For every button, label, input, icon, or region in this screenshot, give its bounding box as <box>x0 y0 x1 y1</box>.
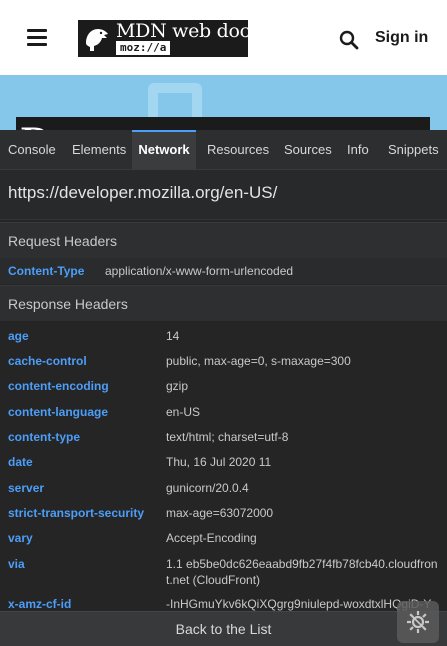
request-header-row: Content-Type application/x-www-form-urle… <box>0 258 447 284</box>
header-value: gzip <box>166 379 189 393</box>
sign-in-link[interactable]: Sign in <box>375 29 428 47</box>
header-value: 1.1 eb5be0dc626eaabd9fb27f4fb78fcb40.clo… <box>166 557 438 587</box>
request-url-row: https://developer.mozilla.org/en-US/ <box>0 170 447 220</box>
menu-icon[interactable] <box>27 29 47 46</box>
header-value: gunicorn/20.0.4 <box>166 481 249 495</box>
header-value: en-US <box>166 405 201 419</box>
header-name: server <box>8 481 45 495</box>
header-name: Content-Type <box>8 264 85 278</box>
header-name: x-amz-cf-id <box>8 597 72 611</box>
header-name: content-language <box>8 405 109 419</box>
header-name: date <box>8 455 33 469</box>
response-headers-title: Response Headers <box>8 296 128 312</box>
header-value: Thu, 16 Jul 2020 11 <box>166 455 272 469</box>
tab-network[interactable]: Network <box>132 130 196 170</box>
back-to-list-button[interactable]: Back to the List <box>0 612 447 646</box>
header-name: age <box>8 329 29 343</box>
header-value: public, max-age=0, s-maxage=300 <box>166 354 351 368</box>
header-value: max-age=63072000 <box>166 506 274 520</box>
header-value: application/x-www-form-urlencoded <box>105 264 294 278</box>
tab-console[interactable]: Console <box>8 130 56 170</box>
request-url[interactable]: https://developer.mozilla.org/en-US/ <box>8 183 277 203</box>
response-headers-list: age 14 cache-control public, max-age=0, … <box>0 321 447 611</box>
header-value: text/html; charset=utf-8 <box>166 430 289 444</box>
tab-sources[interactable]: Sources <box>284 130 332 170</box>
logo-title: MDN web docs <box>116 20 260 42</box>
request-headers-section[interactable]: Request Headers <box>0 222 447 259</box>
tab-snippets[interactable]: Snippets <box>388 130 439 170</box>
devtools-footer: Back to the List <box>0 611 447 646</box>
header-name: content-type <box>8 430 80 444</box>
response-headers-section[interactable]: Response Headers <box>0 285 447 322</box>
header-name: strict-transport-security <box>8 506 145 520</box>
site-header: MDN web docs moz://a Sign in <box>0 0 447 75</box>
logo-subtitle: moz://a <box>116 41 171 55</box>
header-name: via <box>8 557 25 571</box>
header-value: Accept-Encoding <box>166 531 257 545</box>
devtools-panel: Console Elements Network Resources Sourc… <box>0 130 447 646</box>
request-headers-title: Request Headers <box>8 233 117 249</box>
tab-resources[interactable]: Resources <box>207 130 269 170</box>
dinosaur-icon <box>86 29 108 51</box>
header-value: -InHGmuYkv6kQiXQgrg9niulepd-woxdtxlHQgiD… <box>166 597 432 611</box>
search-icon[interactable] <box>338 29 360 51</box>
tab-elements[interactable]: Elements <box>72 130 126 170</box>
devtools-settings-button[interactable] <box>397 601 439 643</box>
header-value: 14 <box>166 329 180 343</box>
gear-icon <box>407 611 429 633</box>
header-name: content-encoding <box>8 379 109 393</box>
devtools-tab-bar: Console Elements Network Resources Sourc… <box>0 130 447 170</box>
tab-info[interactable]: Info <box>347 130 369 170</box>
header-name: cache-control <box>8 354 87 368</box>
header-name: vary <box>8 531 33 545</box>
mdn-logo[interactable]: MDN web docs moz://a <box>78 20 260 57</box>
